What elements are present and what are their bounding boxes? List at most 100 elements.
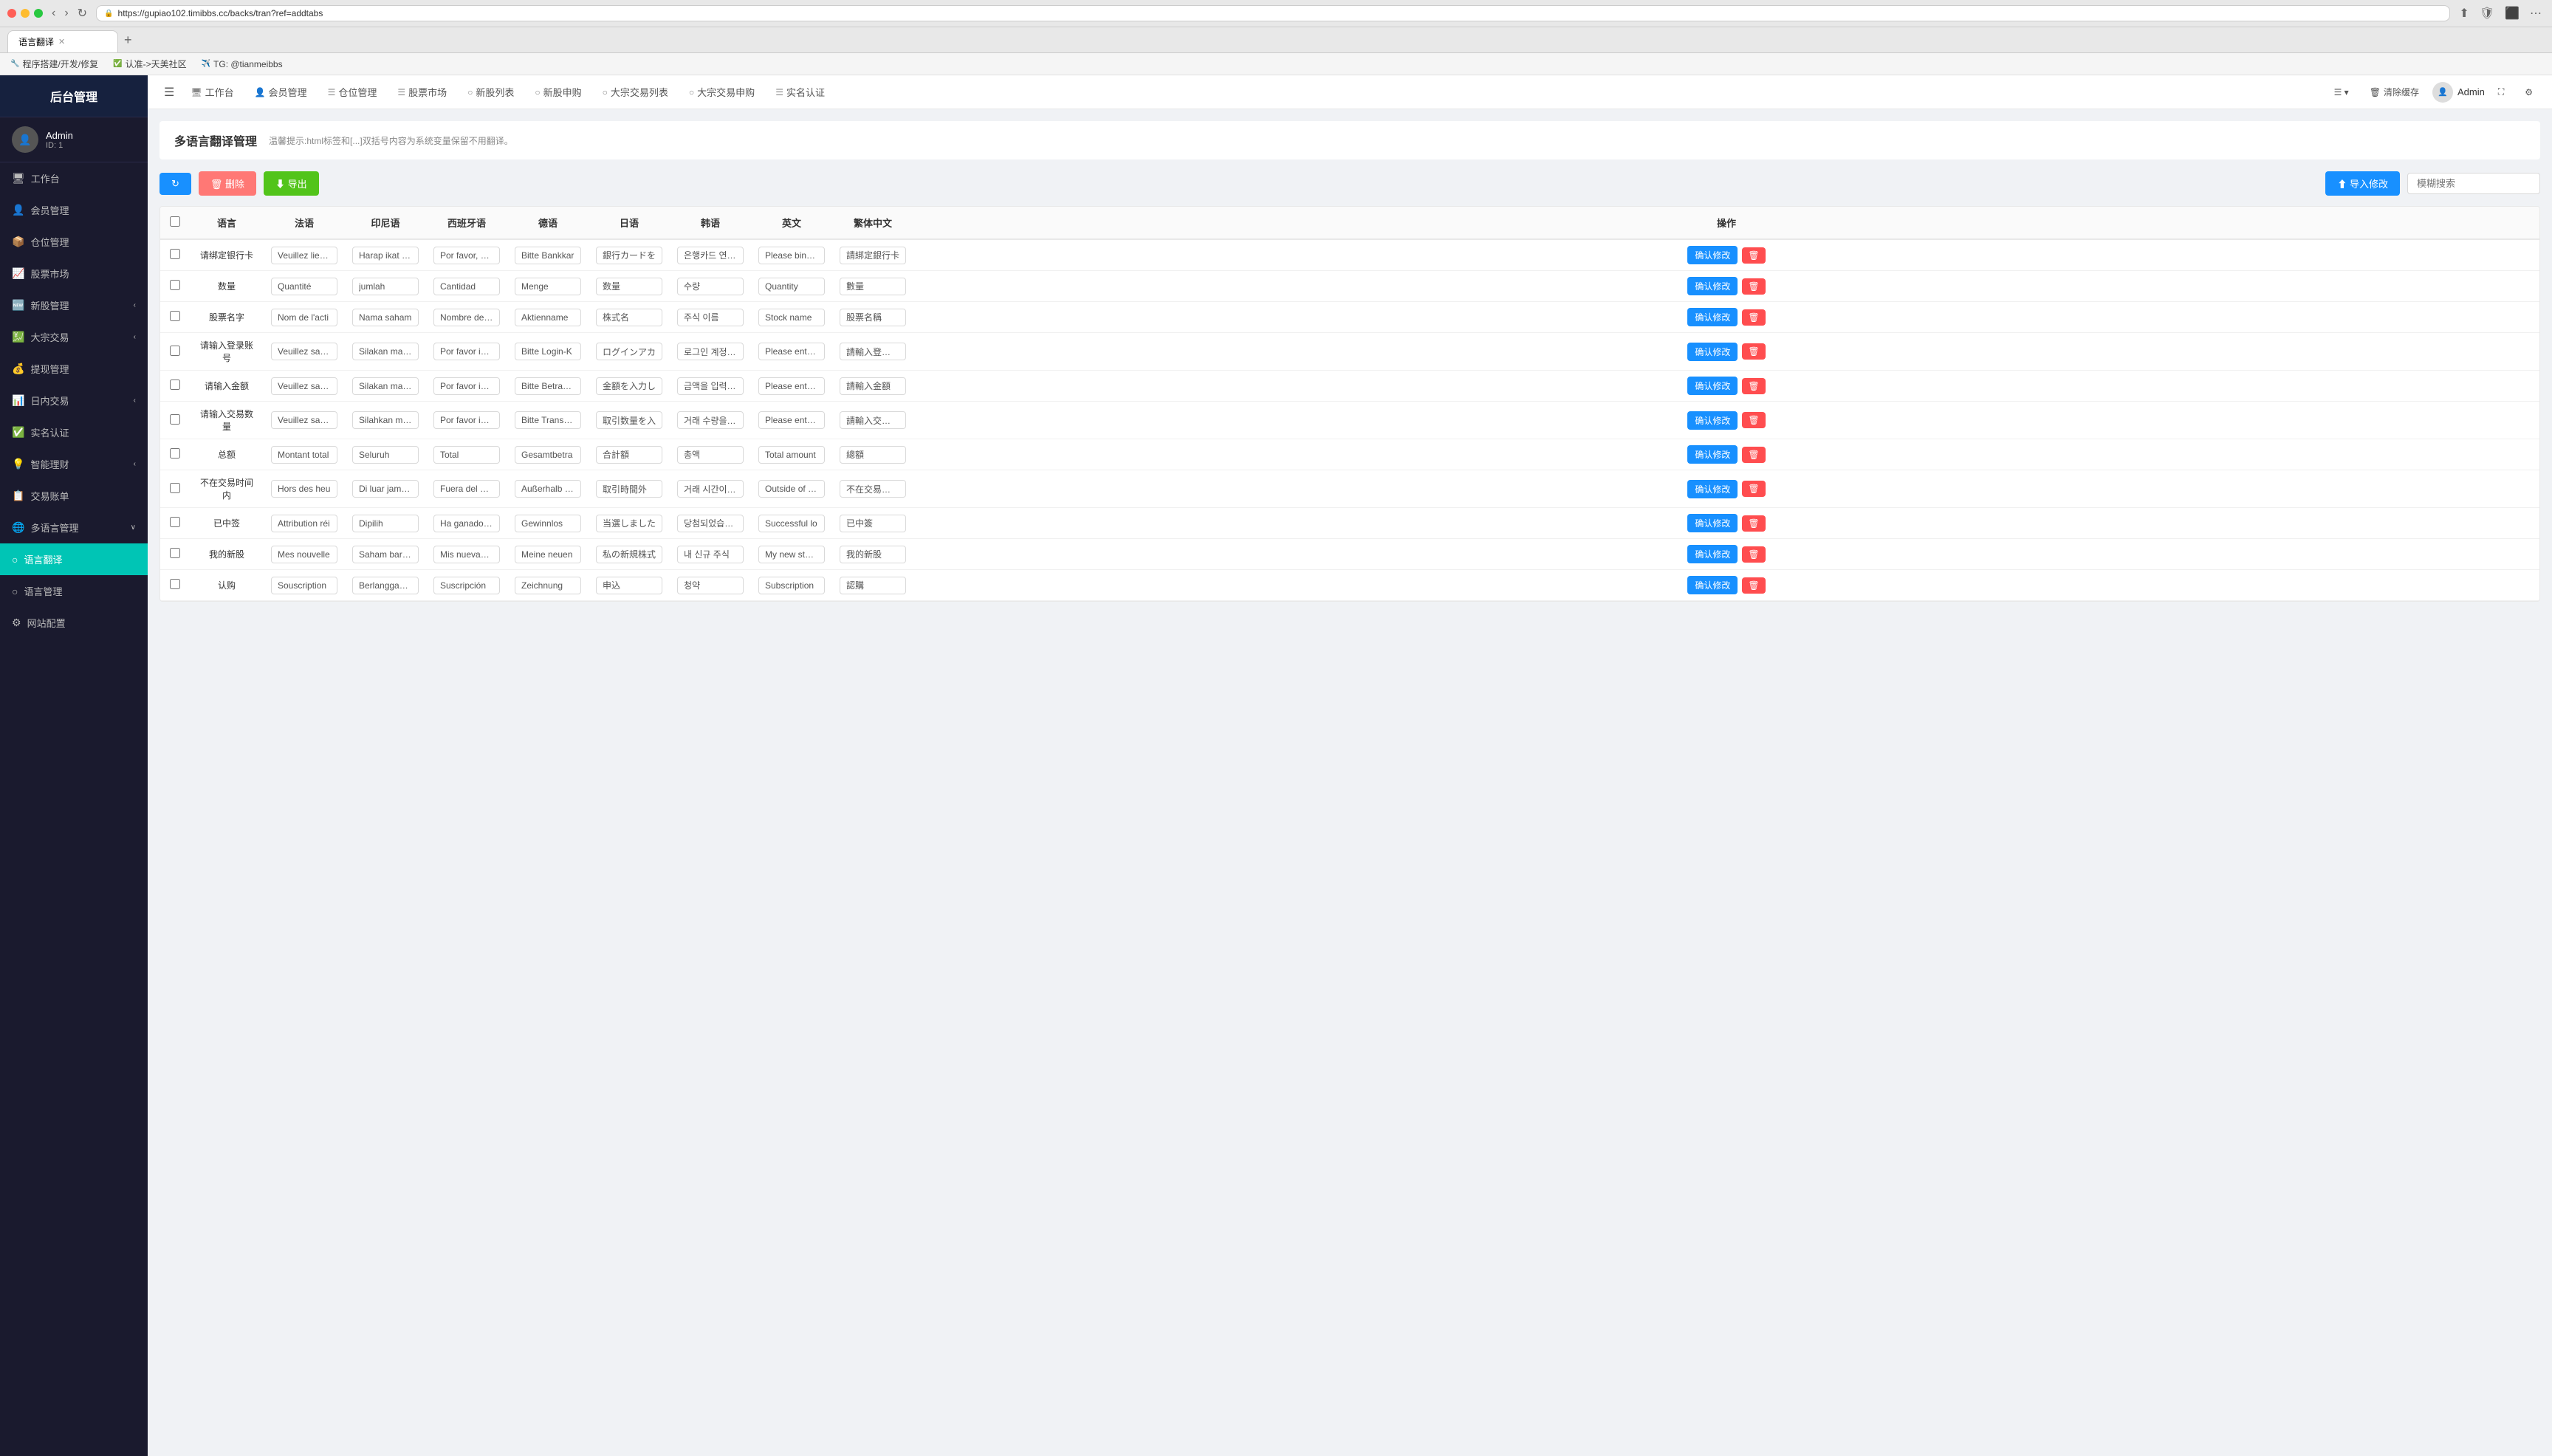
row-checkbox-6[interactable] bbox=[170, 448, 180, 459]
delete-row-button-7[interactable]: 🗑 bbox=[1742, 481, 1765, 497]
nav-block-trade-apply[interactable]: ○ 大宗交易申购 bbox=[680, 79, 764, 105]
confirm-button-0[interactable]: 确认修改 bbox=[1687, 246, 1738, 264]
row-checkbox-8[interactable] bbox=[170, 517, 180, 527]
zh-tw-input-7[interactable] bbox=[840, 480, 906, 498]
zh-tw-input-2[interactable] bbox=[840, 309, 906, 326]
ko-input-10[interactable] bbox=[677, 577, 744, 594]
es-input-2[interactable] bbox=[433, 309, 500, 326]
tab-close-button[interactable]: ✕ bbox=[58, 37, 65, 47]
id-input-4[interactable] bbox=[352, 377, 419, 395]
nav-positions[interactable]: ☰ 仓位管理 bbox=[319, 79, 386, 105]
sidebar-item-lang-translate[interactable]: ○ 语言翻译 bbox=[0, 543, 148, 575]
ja-input-4[interactable] bbox=[596, 377, 662, 395]
ko-input-5[interactable] bbox=[677, 411, 744, 429]
sidebar-item-intraday[interactable]: 📊 日内交易 ‹ bbox=[0, 385, 148, 416]
fr-input-8[interactable] bbox=[271, 515, 337, 532]
hamburger-button[interactable]: ☰ bbox=[160, 80, 179, 104]
row-checkbox-3[interactable] bbox=[170, 346, 180, 356]
add-tab-button[interactable]: + bbox=[118, 30, 138, 51]
id-input-0[interactable] bbox=[352, 247, 419, 264]
fr-input-10[interactable] bbox=[271, 577, 337, 594]
ko-input-4[interactable] bbox=[677, 377, 744, 395]
fr-input-0[interactable] bbox=[271, 247, 337, 264]
bookmark-item-3[interactable]: ✈️ TG: @tianmeibbs bbox=[199, 58, 286, 71]
fr-input-7[interactable] bbox=[271, 480, 337, 498]
ko-input-2[interactable] bbox=[677, 309, 744, 326]
es-input-4[interactable] bbox=[433, 377, 500, 395]
share-button[interactable]: ⬆ bbox=[2456, 4, 2472, 22]
fullscreen-button[interactable]: ⛶ bbox=[2491, 82, 2511, 102]
confirm-button-4[interactable]: 确认修改 bbox=[1687, 377, 1738, 395]
sidebar-item-positions[interactable]: 📦 仓位管理 bbox=[0, 226, 148, 258]
fr-input-6[interactable] bbox=[271, 446, 337, 464]
confirm-button-6[interactable]: 确认修改 bbox=[1687, 445, 1738, 464]
es-input-10[interactable] bbox=[433, 577, 500, 594]
row-checkbox-4[interactable] bbox=[170, 380, 180, 390]
ja-input-1[interactable] bbox=[596, 278, 662, 295]
zh-tw-input-9[interactable] bbox=[840, 546, 906, 563]
nav-stock-market[interactable]: ☰ 股票市场 bbox=[388, 79, 456, 105]
es-input-5[interactable] bbox=[433, 411, 500, 429]
en-input-2[interactable] bbox=[758, 309, 825, 326]
ko-input-3[interactable] bbox=[677, 343, 744, 360]
es-input-0[interactable] bbox=[433, 247, 500, 264]
confirm-button-1[interactable]: 确认修改 bbox=[1687, 277, 1738, 295]
more-button[interactable]: ⋯ bbox=[2527, 4, 2545, 22]
confirm-button-8[interactable]: 确认修改 bbox=[1687, 514, 1738, 532]
ko-input-9[interactable] bbox=[677, 546, 744, 563]
fr-input-2[interactable] bbox=[271, 309, 337, 326]
sidebar-item-stocks[interactable]: 📈 股票市场 bbox=[0, 258, 148, 289]
zh-tw-input-5[interactable] bbox=[840, 411, 906, 429]
row-checkbox-2[interactable] bbox=[170, 311, 180, 321]
forward-button[interactable]: › bbox=[61, 4, 71, 22]
dot-red[interactable] bbox=[7, 9, 16, 18]
es-input-7[interactable] bbox=[433, 480, 500, 498]
zh-tw-input-10[interactable] bbox=[840, 577, 906, 594]
nav-new-stock-apply[interactable]: ○ 新股申购 bbox=[526, 79, 590, 105]
id-input-8[interactable] bbox=[352, 515, 419, 532]
clear-cache-button[interactable]: 🗑 清除缓存 bbox=[2362, 81, 2426, 103]
active-tab[interactable]: 语言翻译 ✕ bbox=[7, 30, 118, 52]
sidebar-item-multilang[interactable]: 🌐 多语言管理 ∨ bbox=[0, 512, 148, 543]
delete-row-button-2[interactable]: 🗑 bbox=[1742, 309, 1765, 326]
refresh-button[interactable]: ↻ bbox=[160, 173, 191, 195]
ja-input-6[interactable] bbox=[596, 446, 662, 464]
url-bar[interactable]: 🔒 https://gupiao102.timibbs.cc/backs/tra… bbox=[96, 5, 2450, 21]
sidebar-item-site-config[interactable]: ⚙ 网站配置 bbox=[0, 607, 148, 639]
en-input-6[interactable] bbox=[758, 446, 825, 464]
sidebar-item-block-trade[interactable]: 💹 大宗交易 ‹ bbox=[0, 321, 148, 353]
en-input-4[interactable] bbox=[758, 377, 825, 395]
es-input-1[interactable] bbox=[433, 278, 500, 295]
shield-button[interactable]: 🛡 bbox=[2477, 4, 2497, 22]
zh-tw-input-1[interactable] bbox=[840, 278, 906, 295]
es-input-9[interactable] bbox=[433, 546, 500, 563]
ja-input-2[interactable] bbox=[596, 309, 662, 326]
row-checkbox-0[interactable] bbox=[170, 249, 180, 259]
delete-row-button-5[interactable]: 🗑 bbox=[1742, 412, 1765, 428]
dot-green[interactable] bbox=[34, 9, 43, 18]
delete-row-button-4[interactable]: 🗑 bbox=[1742, 378, 1765, 394]
confirm-button-9[interactable]: 确认修改 bbox=[1687, 545, 1738, 563]
confirm-button-7[interactable]: 确认修改 bbox=[1687, 480, 1738, 498]
fr-input-9[interactable] bbox=[271, 546, 337, 563]
id-input-9[interactable] bbox=[352, 546, 419, 563]
bookmark-item-1[interactable]: 🔧 程序搭建/开发/修复 bbox=[7, 56, 101, 72]
ja-input-10[interactable] bbox=[596, 577, 662, 594]
search-input[interactable] bbox=[2407, 173, 2540, 194]
row-checkbox-7[interactable] bbox=[170, 483, 180, 493]
es-input-6[interactable] bbox=[433, 446, 500, 464]
fr-input-4[interactable] bbox=[271, 377, 337, 395]
nav-block-trade-list[interactable]: ○ 大宗交易列表 bbox=[594, 79, 677, 105]
ja-input-8[interactable] bbox=[596, 515, 662, 532]
row-checkbox-10[interactable] bbox=[170, 579, 180, 589]
confirm-button-5[interactable]: 确认修改 bbox=[1687, 411, 1738, 430]
de-input-6[interactable] bbox=[515, 446, 581, 464]
ko-input-7[interactable] bbox=[677, 480, 744, 498]
ko-input-1[interactable] bbox=[677, 278, 744, 295]
id-input-3[interactable] bbox=[352, 343, 419, 360]
fr-input-1[interactable] bbox=[271, 278, 337, 295]
dot-yellow[interactable] bbox=[21, 9, 30, 18]
delete-row-button-0[interactable]: 🗑 bbox=[1742, 247, 1765, 264]
select-all-checkbox[interactable] bbox=[170, 216, 180, 227]
de-input-0[interactable] bbox=[515, 247, 581, 264]
